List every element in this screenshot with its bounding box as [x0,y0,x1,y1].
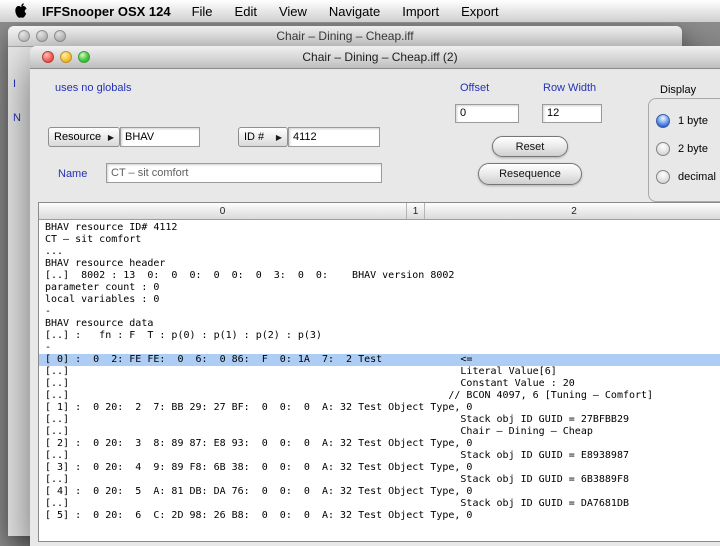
hex-line[interactable]: - [39,306,720,318]
hex-line[interactable]: [..] : fn : F T : p(0) : p(1) : p(2) : p… [39,330,720,342]
offset-label: Offset [460,82,489,94]
hex-line[interactable]: CT – sit comfort [39,234,720,246]
resource-id-field[interactable]: 4112 [288,127,380,147]
clipped-label: N [13,112,21,124]
background-window-titlebar[interactable]: Chair – Dining – Cheap.iff [8,26,682,47]
hex-table-header: 0 1 2 [39,203,720,220]
resource-type-field[interactable]: BHAV [120,127,200,147]
clipped-label: I [13,78,16,90]
minimize-button[interactable] [36,30,48,42]
id-popup-label: ID # [244,131,264,143]
menu-file[interactable]: File [181,4,224,19]
window-title: Chair – Dining – Cheap.iff (2) [302,50,457,64]
menu-bar: IFFSnooper OSX 124 File Edit View Naviga… [0,0,720,23]
display-group-label: Display [660,84,696,96]
name-label: Name [58,168,87,180]
column-header-2: 2 [425,203,720,219]
radio-1-byte-label[interactable]: 1 byte [678,115,708,127]
hex-line[interactable]: [..] 8002 : 13 0: 0 0: 0 0: 0 3: 0 0: BH… [39,270,720,282]
hex-line[interactable]: [ 4] : 0 20: 5 A: 81 DB: DA 76: 0 0: 0 A… [39,486,720,498]
hex-line[interactable]: [ 2] : 0 20: 3 8: 89 87: E8 93: 0 0: 0 A… [39,438,720,450]
radio-2-byte-label[interactable]: 2 byte [678,143,708,155]
hex-line[interactable]: BHAV resource ID# 4112 [39,222,720,234]
main-window: Chair – Dining – Cheap.iff (2) uses no g… [30,46,720,546]
hex-body[interactable]: BHAV resource ID# 4112CT – sit comfort..… [39,220,720,541]
radio-decimal[interactable] [656,170,670,184]
radio-decimal-label[interactable]: decimal [678,171,716,183]
main-window-titlebar[interactable]: Chair – Dining – Cheap.iff (2) [30,46,720,69]
radio-2-byte[interactable] [656,142,670,156]
hex-line[interactable]: local variables : 0 [39,294,720,306]
menu-import[interactable]: Import [391,4,450,19]
menu-navigate[interactable]: Navigate [318,4,391,19]
menu-view[interactable]: View [268,4,318,19]
hex-line[interactable]: [..] Stack obj ID GUID = 6B3889F8 [39,474,720,486]
hex-line[interactable]: - [39,342,720,354]
hex-line[interactable]: [..] Constant Value : 20 [39,378,720,390]
hex-line[interactable]: [..] Stack obj ID GUID = 27BFBB29 [39,414,720,426]
column-header-0: 0 [39,203,407,219]
hex-line[interactable]: BHAV resource data [39,318,720,330]
menu-export[interactable]: Export [450,4,510,19]
app-menu-title[interactable]: IFFSnooper OSX 124 [36,4,181,19]
popup-arrow-icon: ▶ [103,133,114,142]
hex-line[interactable]: [..] Literal Value[6] [39,366,720,378]
hex-line[interactable]: ... [39,246,720,258]
hex-line[interactable]: [ 3] : 0 20: 4 9: 89 F8: 6B 38: 0 0: 0 A… [39,462,720,474]
hex-line[interactable]: [ 5] : 0 20: 6 C: 2D 98: 26 B8: 0 0: 0 A… [39,510,720,522]
resequence-button[interactable]: Resequence [478,163,582,185]
close-button[interactable] [42,51,54,63]
radio-1-byte[interactable] [656,114,670,128]
id-popup[interactable]: ID # ▶ [238,127,288,147]
resource-popup[interactable]: Resource ▶ [48,127,120,147]
globals-note: uses no globals [55,82,131,94]
minimize-button[interactable] [60,51,72,63]
hex-line[interactable]: [..] Stack obj ID GUID = E8938987 [39,450,720,462]
name-field[interactable]: CT – sit comfort [106,163,382,183]
hex-line[interactable]: [ 0] : 0 2: FE FE: 0 6: 0 86: F 0: 1A 7:… [39,354,720,366]
menu-edit[interactable]: Edit [224,4,268,19]
hex-line[interactable]: BHAV resource header [39,258,720,270]
hex-line[interactable]: [ 1] : 0 20: 2 7: BB 29: 27 BF: 0 0: 0 A… [39,402,720,414]
zoom-button[interactable] [78,51,90,63]
apple-icon [14,3,28,19]
hex-line[interactable]: [..] // BCON 4097, 6 [Tuning – Comfort] [39,390,720,402]
apple-menu[interactable] [0,3,36,19]
hex-line[interactable]: [..] Chair – Dining – Cheap [39,426,720,438]
window-title: Chair – Dining – Cheap.iff [276,29,413,43]
popup-arrow-icon: ▶ [271,133,282,142]
row-width-label: Row Width [543,82,596,94]
column-header-1: 1 [407,203,425,219]
close-button[interactable] [18,30,30,42]
hex-dump-table: 0 1 2 BHAV resource ID# 4112CT – sit com… [38,202,720,542]
reset-button[interactable]: Reset [492,136,568,157]
zoom-button[interactable] [54,30,66,42]
hex-line[interactable]: [..] Stack obj ID GUID = DA7681DB [39,498,720,510]
resource-popup-label: Resource [54,131,101,143]
offset-field[interactable]: 0 [455,104,519,123]
row-width-field[interactable]: 12 [542,104,602,123]
hex-line[interactable]: parameter count : 0 [39,282,720,294]
